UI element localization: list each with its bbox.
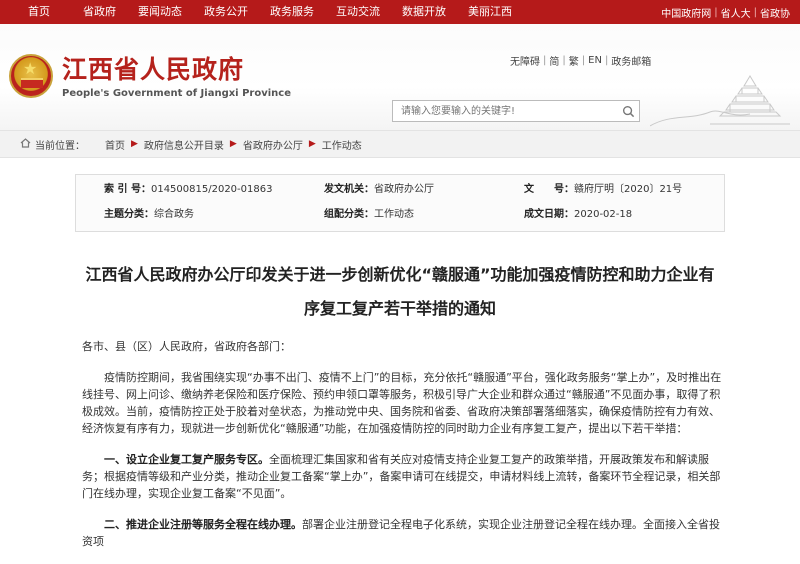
- meta-date-value: 2020-02-18: [574, 209, 633, 220]
- link-cppcc[interactable]: 省政协: [760, 5, 790, 20]
- divider: |: [581, 55, 586, 66]
- breadcrumb-info-catalog[interactable]: 政府信息公开目录: [144, 137, 224, 152]
- nav-home[interactable]: 首页: [0, 0, 72, 24]
- gov-mailbox-link[interactable]: 政务邮箱: [611, 53, 651, 68]
- meta-subject-value: 综合政务: [154, 209, 194, 220]
- pagoda-illustration: [650, 75, 790, 127]
- link-provincial-congress[interactable]: 省人大: [721, 5, 751, 20]
- top-nav: 首页 省政府 要闻动态 政务公开 政务服务 互动交流 数据开放 美丽江西 中国政…: [0, 0, 800, 24]
- header-tools: 无障碍 | 简 | 繁 | EN | 政务邮箱: [510, 53, 651, 68]
- simplified-chinese-link[interactable]: 简: [549, 53, 559, 68]
- meta-issuer: 发文机关：省政府办公厅: [324, 184, 434, 195]
- article-title-line: 江西省人民政府办公厅印发关于进一步创新优化“赣服通”功能加强疫情防控和助力企业有: [85, 265, 715, 284]
- item-heading: 一、设立企业复工复产服务专区。: [104, 453, 269, 466]
- breadcrumb-general-office[interactable]: 省政府办公厅: [243, 137, 303, 152]
- breadcrumb: 当前位置： 首页 ▶ 政府信息公开目录 ▶ 省政府办公厅 ▶ 工作动态: [0, 130, 800, 158]
- link-china-gov[interactable]: 中国政府网: [661, 5, 711, 20]
- meta-row: 主题分类：综合政务 组配分类：工作动态 成文日期：2020-02-18: [76, 205, 724, 225]
- nav-interaction[interactable]: 互动交流: [325, 0, 391, 24]
- divider: |: [714, 6, 718, 18]
- meta-row: 索 引 号：014500815/2020-01863 发文机关：省政府办公厅 文…: [76, 180, 724, 200]
- divider: |: [604, 55, 609, 66]
- article-paragraph: 一、设立企业复工复产服务专区。全面梳理汇集国家和省有关应对疫情支持企业复工复产的…: [82, 451, 722, 502]
- home-icon: [20, 137, 31, 151]
- meta-category: 组配分类：工作动态: [324, 209, 414, 220]
- chevron-right-icon: ▶: [308, 139, 316, 149]
- breadcrumb-work-news[interactable]: 工作动态: [322, 137, 362, 152]
- divider: |: [562, 55, 566, 66]
- article-title: 江西省人民政府办公厅印发关于进一步创新优化“赣服通”功能加强疫情防控和助力企业有…: [60, 258, 740, 326]
- nav-provincial-gov[interactable]: 省政府: [72, 0, 127, 24]
- site-brand[interactable]: 江西省人民政府 People's Government of Jiangxi P…: [62, 55, 291, 101]
- meta-index: 索 引 号：014500815/2020-01863: [104, 184, 273, 195]
- divider: |: [753, 6, 757, 18]
- nav-news[interactable]: 要闻动态: [127, 0, 193, 24]
- meta-index-value: 014500815/2020-01863: [150, 184, 273, 195]
- search-input[interactable]: [393, 101, 617, 121]
- meta-date: 成文日期：2020-02-18: [524, 209, 633, 220]
- nav-open-data[interactable]: 数据开放: [391, 0, 457, 24]
- article-paragraph: 二、推进企业注册等服务全程在线办理。部署企业注册登记全程电子化系统，实现企业注册…: [82, 516, 722, 550]
- breadcrumb-label: 当前位置：: [35, 140, 85, 152]
- article-title-line: 序复工复产若干举措的通知: [303, 299, 496, 318]
- meta-docno-value: 赣府厅明〔2020〕21号: [574, 184, 683, 195]
- chevron-right-icon: ▶: [229, 139, 237, 149]
- accessibility-link[interactable]: 无障碍: [510, 53, 540, 68]
- document-meta-box: 索 引 号：014500815/2020-01863 发文机关：省政府办公厅 文…: [75, 174, 725, 232]
- nav-gov-services[interactable]: 政务服务: [259, 0, 325, 24]
- item-heading: 二、推进企业注册等服务全程在线办理。: [104, 518, 302, 531]
- traditional-chinese-link[interactable]: 繁: [569, 53, 579, 68]
- search-icon[interactable]: [617, 101, 639, 121]
- national-emblem-logo: ★: [9, 54, 53, 98]
- breadcrumb-home[interactable]: 首页: [105, 137, 125, 152]
- search-box: [392, 100, 640, 122]
- meta-docno: 文 号：赣府厅明〔2020〕21号: [524, 184, 683, 195]
- meta-issuer-value: 省政府办公厅: [374, 184, 434, 195]
- divider: |: [543, 55, 547, 66]
- article-body: 各市、县（区）人民政府，省政府各部门： 疫情防控期间，我省围绕实现“办事不出门、…: [82, 338, 722, 564]
- nav-beautiful-jiangxi[interactable]: 美丽江西: [457, 0, 523, 24]
- nav-gov-affairs-open[interactable]: 政务公开: [193, 0, 259, 24]
- gate-icon: [21, 78, 43, 88]
- chevron-right-icon: ▶: [131, 139, 138, 149]
- site-title-en: People's Government of Jiangxi Province: [62, 88, 291, 99]
- meta-category-value: 工作动态: [374, 209, 414, 220]
- star-icon: ★: [23, 59, 38, 78]
- english-link[interactable]: EN: [588, 55, 602, 66]
- site-header: ★ 江西省人民政府 People's Government of Jiangxi…: [0, 24, 800, 130]
- article-greeting: 各市、县（区）人民政府，省政府各部门：: [82, 340, 291, 353]
- meta-subject: 主题分类：综合政务: [104, 209, 194, 220]
- site-title: 江西省人民政府: [62, 55, 245, 84]
- top-right-links: 中国政府网 | 省人大 | 省政协: [661, 0, 790, 24]
- article-paragraph: 疫情防控期间，我省围绕实现“办事不出门、疫情不上门”的目标，充分依托“赣服通”平…: [82, 371, 722, 435]
